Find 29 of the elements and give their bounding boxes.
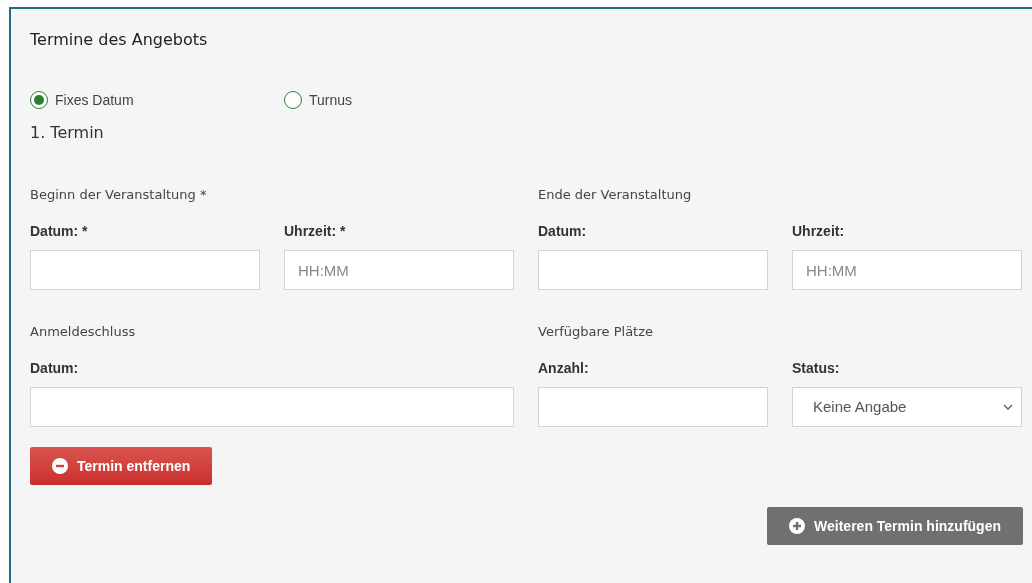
group-label: Beginn der Veranstaltung * xyxy=(30,186,208,204)
remove-appointment-button[interactable]: Termin entfernen xyxy=(30,447,213,485)
appointment-heading: 1. Termin xyxy=(30,122,105,144)
status-dropdown[interactable]: Keine Angabe xyxy=(792,387,1022,427)
field-label: Anzahl: xyxy=(538,359,590,378)
chevron-down-icon xyxy=(1003,404,1013,410)
field-label: Datum: * xyxy=(30,222,89,241)
group-label: Verfügbare Plätze xyxy=(538,323,655,341)
section-title: Termine des Angebots xyxy=(30,29,209,51)
input-field[interactable] xyxy=(30,387,514,427)
radio-option[interactable]: Fixes Datum xyxy=(30,89,284,111)
field-label: Uhrzeit: xyxy=(792,222,846,241)
radio-button[interactable] xyxy=(30,91,48,109)
group-label: Anmeldeschluss xyxy=(30,323,137,341)
input-field[interactable]: HH:MM xyxy=(792,250,1022,290)
field-label: Uhrzeit: * xyxy=(284,222,347,241)
field-label: Datum: xyxy=(538,222,588,241)
add-appointment-button[interactable]: Weiteren Termin hinzufügen xyxy=(767,507,1023,545)
input-field[interactable] xyxy=(30,250,260,290)
radio-option[interactable]: Turnus xyxy=(284,89,538,111)
field-label: Datum: xyxy=(30,359,80,378)
input-field[interactable] xyxy=(538,387,768,427)
group-label: Ende der Veranstaltung xyxy=(538,186,693,204)
radio-button[interactable] xyxy=(284,91,302,109)
field-label: Status: xyxy=(792,359,841,378)
minus-circle-icon xyxy=(52,458,68,474)
plus-circle-icon xyxy=(789,518,806,534)
input-field[interactable]: HH:MM xyxy=(284,250,514,290)
input-field[interactable] xyxy=(538,250,768,290)
